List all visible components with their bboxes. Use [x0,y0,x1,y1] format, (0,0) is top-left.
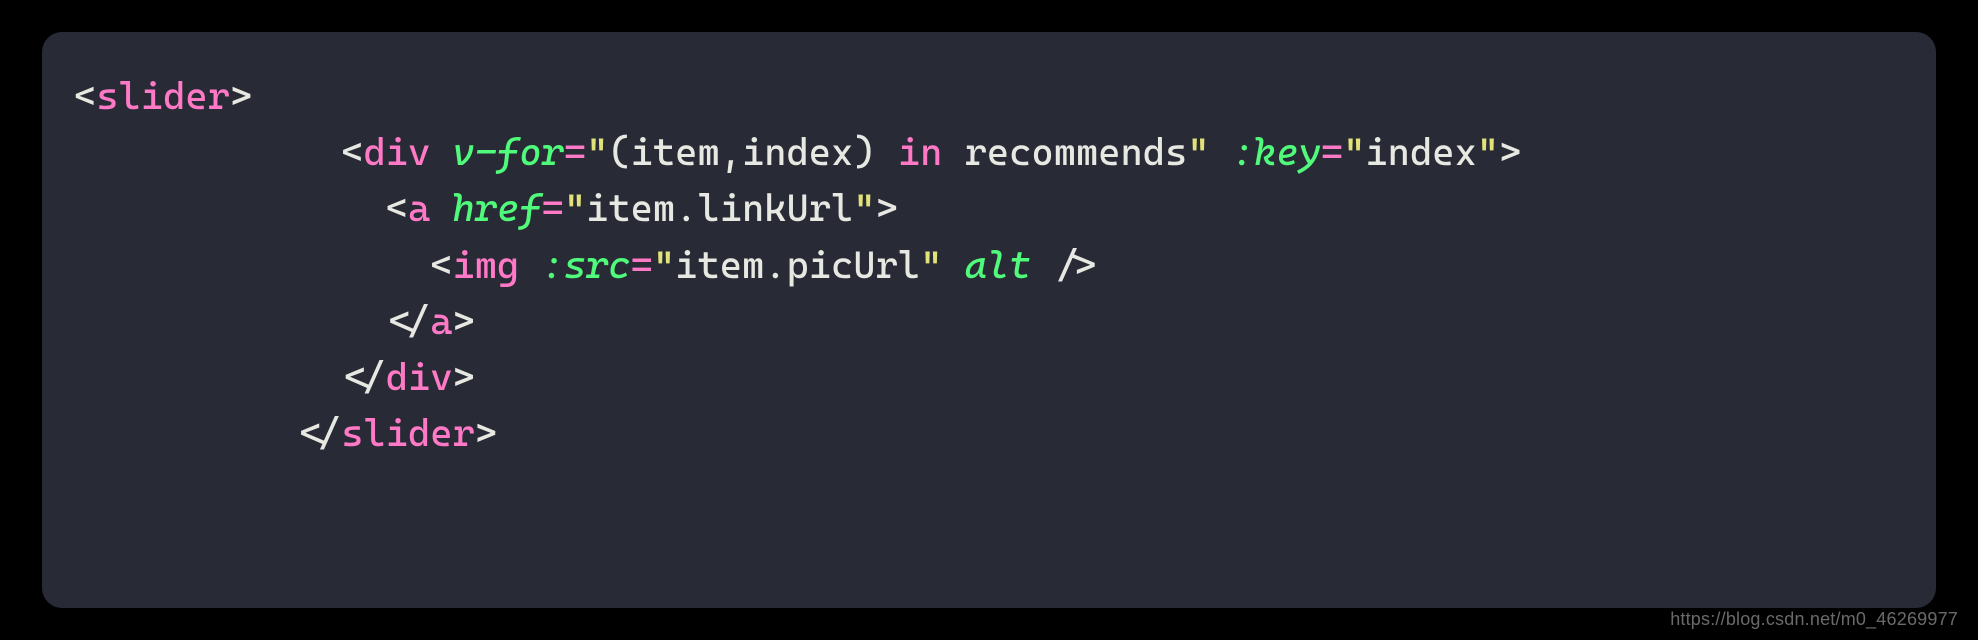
quote: " [653,243,675,287]
tag-slider: slider [96,74,230,118]
code-line-4: <img :src="item.picUrl" alt /> [74,237,1904,293]
bracket-close: > [453,355,475,399]
space [430,130,452,174]
value-src: item.picUrl [675,243,920,287]
indent [74,186,386,230]
tag-a-close: a [430,299,452,343]
code-block: <slider> <div v-for="(item,index) in rec… [42,32,1936,608]
space [519,243,541,287]
code-line-5: </a> [74,293,1904,349]
code-line-7: </slider> [74,405,1904,461]
tag-div: div [363,130,430,174]
indent [74,355,341,399]
quote: " [853,186,875,230]
self-close: /> [1054,243,1099,287]
bracket-close: > [1499,130,1521,174]
bracket-open: </ [386,299,431,343]
quote: " [1187,130,1209,174]
code-line-2: <div v-for="(item,index) in recommends" … [74,124,1904,180]
bracket-close: > [475,411,497,455]
quote: " [1343,130,1365,174]
tag-div-close: div [386,355,453,399]
code-line-6: </div> [74,349,1904,405]
code-line-1: <slider> [74,68,1904,124]
quote: " [1477,130,1499,174]
quote: " [564,186,586,230]
tag-slider-close: slider [341,411,475,455]
space [1031,243,1053,287]
canvas: <slider> <div v-for="(item,index) in rec… [0,0,1978,640]
space [430,186,452,230]
bracket-open: < [74,74,96,118]
bracket-open: </ [341,355,386,399]
tag-img: img [453,243,520,287]
space [1210,130,1232,174]
indent [74,299,386,343]
value-key: index [1365,130,1476,174]
code-line-3: <a href="item.linkUrl"> [74,180,1904,236]
bracket-close: > [230,74,252,118]
equals: = [1321,130,1343,174]
equals: = [564,130,586,174]
space [942,243,964,287]
quote: " [586,130,608,174]
attr-href: href [453,186,542,230]
indent [74,411,297,455]
bracket-close: > [876,186,898,230]
value-vfor-b: recommends [942,130,1187,174]
indent [74,243,430,287]
bracket-open: < [430,243,452,287]
watermark-text: https://blog.csdn.net/m0_46269977 [1670,609,1958,630]
quote: " [920,243,942,287]
value-vfor-a: (item,index) [608,130,897,174]
bracket-open: </ [297,411,342,455]
tag-a: a [408,186,430,230]
bracket-open: < [386,186,408,230]
attr-src: :src [542,243,631,287]
equals: = [542,186,564,230]
attr-v-for: v-for [453,130,564,174]
keyword-in: in [898,130,943,174]
indent [74,130,341,174]
value-href: item.linkUrl [586,186,853,230]
bracket-open: < [341,130,363,174]
bracket-close: > [453,299,475,343]
attr-key: :key [1232,130,1321,174]
attr-alt: alt [965,243,1032,287]
equals: = [631,243,653,287]
